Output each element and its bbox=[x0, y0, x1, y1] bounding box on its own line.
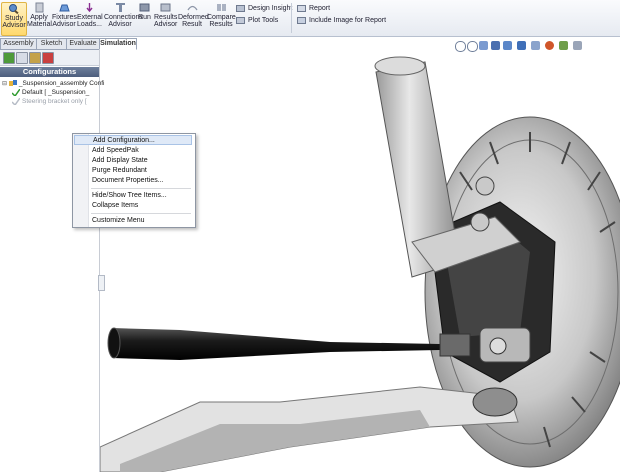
configuration-manager-panel: Configurations ⊟ _Suspension_assembly Co… bbox=[0, 50, 104, 472]
collapse-toggle-icon[interactable]: ⊟ bbox=[2, 81, 7, 87]
command-manager-tabs: Assembly Sketch Evaluate Simulation bbox=[0, 38, 620, 50]
property-manager-tab-icon[interactable] bbox=[16, 52, 28, 64]
command-manager-ribbon: Study Advisor Apply Material Fixtures Ad… bbox=[0, 0, 620, 37]
external-loads-label: External Loads... bbox=[77, 14, 103, 28]
results-advisor-button[interactable]: Results Advisor bbox=[154, 2, 178, 34]
configuration-check-icon bbox=[12, 88, 20, 96]
compare-results-button[interactable]: Compare Results bbox=[207, 2, 236, 34]
run-icon bbox=[139, 3, 150, 12]
tab-assembly[interactable]: Assembly bbox=[0, 38, 37, 50]
plot-tools-label: Plot Tools bbox=[248, 17, 279, 24]
view-orientation-icon[interactable] bbox=[503, 41, 512, 50]
menu-separator bbox=[91, 188, 191, 189]
study-advisor-button[interactable]: Study Advisor bbox=[1, 2, 27, 36]
apply-scene-icon[interactable] bbox=[559, 41, 568, 50]
menu-separator bbox=[91, 213, 191, 214]
configurations-header: Configurations bbox=[0, 67, 99, 77]
design-insight-icon bbox=[236, 4, 245, 12]
edit-appearance-icon[interactable] bbox=[545, 41, 554, 50]
material-icon bbox=[35, 2, 43, 13]
connections-advisor-button[interactable]: Connections Advisor bbox=[104, 2, 143, 34]
menu-item-add-display-state[interactable]: Add Display State bbox=[92, 156, 148, 166]
ball-joint bbox=[472, 387, 518, 417]
report-button[interactable]: Report bbox=[297, 4, 330, 14]
tree-item-root[interactable]: ⊟ _Suspension_assembly Confi bbox=[2, 79, 104, 88]
tree-item-default[interactable]: Default [ _Suspension_ bbox=[12, 88, 89, 97]
connections-icon bbox=[115, 3, 125, 12]
tab-sketch[interactable]: Sketch bbox=[36, 38, 67, 50]
menu-icon-gutter bbox=[73, 134, 89, 227]
ribbon-separator bbox=[291, 3, 292, 33]
deformed-result-button[interactable]: Deformed Result bbox=[178, 2, 209, 34]
tab-simulation[interactable]: Simulation bbox=[99, 38, 137, 50]
external-loads-button[interactable]: External Loads... bbox=[77, 2, 103, 34]
context-menu: Add Configuration... Add SpeedPak Add Di… bbox=[72, 133, 196, 228]
plot-tools-button[interactable]: Plot Tools bbox=[236, 16, 278, 26]
include-image-icon bbox=[297, 16, 306, 24]
run-label: Run bbox=[138, 14, 151, 21]
design-insight-button[interactable]: Design Insight bbox=[236, 4, 292, 14]
report-label: Report bbox=[309, 5, 331, 12]
section-view-icon[interactable] bbox=[491, 41, 500, 50]
menu-item-collapse-items[interactable]: Collapse Items bbox=[92, 201, 138, 211]
zoom-to-fit-icon[interactable] bbox=[455, 41, 466, 52]
tree-item-root-label: _Suspension_assembly Confi bbox=[18, 80, 105, 87]
include-image-button[interactable]: Include Image for Report bbox=[297, 16, 386, 26]
menu-item-customize-menu[interactable]: Customize Menu bbox=[92, 216, 145, 226]
include-image-label: Include Image for Report bbox=[309, 17, 387, 24]
assembly-icon bbox=[8, 79, 17, 86]
results-advisor-label: Results Advisor bbox=[154, 14, 178, 28]
display-style-icon[interactable] bbox=[517, 41, 526, 50]
tree-item-steering-bracket-label: Steering bracket only [ bbox=[22, 98, 87, 105]
deformed-icon bbox=[186, 5, 198, 11]
study-advisor-icon bbox=[8, 4, 19, 14]
menu-item-document-properties[interactable]: Document Properties... bbox=[92, 176, 164, 186]
results-icon bbox=[160, 3, 170, 12]
compare-results-label: Compare Results bbox=[207, 14, 236, 28]
report-icon bbox=[297, 4, 306, 12]
feature-manager-tab-icon[interactable] bbox=[3, 52, 15, 64]
configuration-inactive-icon bbox=[12, 97, 20, 105]
menu-item-add-speedpak[interactable]: Add SpeedPak bbox=[92, 146, 139, 156]
configuration-manager-tab-icon[interactable] bbox=[29, 52, 41, 64]
tab-evaluate[interactable]: Evaluate bbox=[66, 38, 100, 50]
study-advisor-label: Study Advisor bbox=[2, 15, 26, 29]
menu-item-purge-redundant[interactable]: Purge Redundant bbox=[92, 166, 147, 176]
apply-material-button[interactable]: Apply Material bbox=[27, 2, 52, 34]
panel-toolbar bbox=[0, 50, 99, 66]
hide-show-items-icon[interactable] bbox=[531, 41, 540, 50]
view-settings-icon[interactable] bbox=[573, 41, 582, 50]
design-insight-label: Design Insight bbox=[248, 5, 293, 12]
tree-item-steering-bracket[interactable]: Steering bracket only [ bbox=[12, 97, 87, 106]
deformed-result-label: Deformed Result bbox=[178, 14, 209, 28]
loads-icon bbox=[86, 3, 93, 13]
compare-icon bbox=[216, 4, 226, 11]
menu-item-add-configuration[interactable]: Add Configuration... bbox=[74, 135, 192, 145]
run-button[interactable]: Run bbox=[137, 2, 152, 34]
menu-item-hide-show-tree-items[interactable]: Hide/Show Tree Items... bbox=[92, 191, 167, 201]
display-manager-tab-icon[interactable] bbox=[42, 52, 54, 64]
previous-view-icon[interactable] bbox=[479, 41, 488, 50]
fixtures-icon bbox=[58, 4, 70, 12]
apply-material-label: Apply Material bbox=[27, 14, 52, 28]
zoom-to-area-icon[interactable] bbox=[467, 41, 478, 52]
fixtures-advisor-label: Fixtures Advisor bbox=[52, 14, 77, 28]
graphics-area-suspension-model[interactable] bbox=[100, 52, 620, 472]
plot-tools-icon bbox=[236, 16, 245, 24]
tree-item-default-label: Default [ _Suspension_ bbox=[22, 89, 90, 96]
fixtures-advisor-button[interactable]: Fixtures Advisor bbox=[52, 2, 77, 34]
